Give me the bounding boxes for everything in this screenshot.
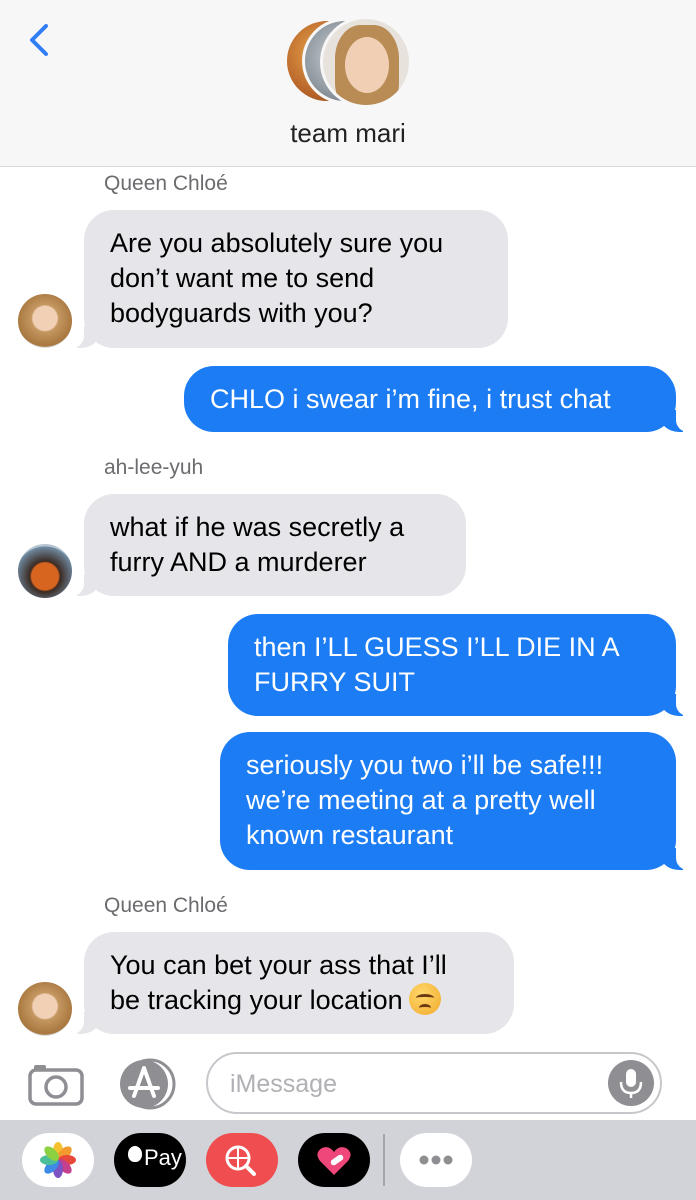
group-avatars[interactable]: [284, 16, 414, 108]
camera-icon: [28, 1065, 84, 1106]
web-search-app-button[interactable]: [206, 1133, 278, 1187]
photos-app-button[interactable]: [22, 1133, 94, 1187]
photos-icon: [40, 1142, 76, 1178]
message-input-placeholder: iMessage: [230, 1070, 337, 1098]
more-icon: [419, 1155, 453, 1165]
sender-name: ah-lee-yuh: [104, 456, 204, 479]
digital-touch-icon: [317, 1147, 351, 1175]
incoming-message-bubble[interactable]: You can bet your ass that I’ll be tracki…: [68, 932, 514, 1034]
incoming-message-bubble[interactable]: what if he was secretly a furry AND a mu…: [68, 494, 466, 596]
message-text: then I’LL GUESS I’LL DIE IN A FURRY SUIT: [254, 632, 620, 697]
apple-pay-label: Pay: [144, 1145, 182, 1170]
outgoing-message-bubble[interactable]: then I’LL GUESS I’LL DIE IN A FURRY SUIT: [228, 614, 692, 716]
incoming-message-bubble[interactable]: Are you absolutely sure you don’t want m…: [68, 210, 508, 348]
sender-name: Queen Chloé: [104, 172, 228, 195]
outgoing-message-bubble[interactable]: seriously you two i’ll be safe!!! we’re …: [220, 732, 692, 870]
back-button[interactable]: [22, 20, 62, 60]
more-apps-button[interactable]: [400, 1133, 472, 1187]
microphone-icon: [619, 1069, 643, 1098]
outgoing-message-bubble[interactable]: CHLO i swear i’m fine, i trust chat: [184, 366, 692, 432]
app-tray: Pay: [0, 1120, 696, 1200]
message-input[interactable]: iMessage: [206, 1052, 662, 1114]
conversation-title[interactable]: team mari: [0, 118, 696, 149]
camera-button[interactable]: [28, 1062, 84, 1106]
digital-touch-app-button[interactable]: [298, 1133, 370, 1187]
angry-face-icon: [408, 983, 441, 1015]
avatar: [320, 16, 412, 108]
apple-pay-button[interactable]: Pay: [114, 1133, 186, 1187]
avatar[interactable]: [18, 294, 72, 348]
conversation-header: team mari: [0, 0, 696, 167]
message-text: seriously you two i’ll be safe!!! we’re …: [246, 750, 604, 850]
chevron-left-icon: [30, 24, 48, 56]
avatar[interactable]: [18, 544, 72, 598]
app-store-button[interactable]: [118, 1058, 178, 1110]
web-search-icon: [225, 1145, 256, 1176]
message-text: CHLO i swear i’m fine, i trust chat: [210, 384, 611, 414]
message-text: Are you absolutely sure you don’t want m…: [110, 228, 444, 328]
apple-pay-icon: [128, 1146, 142, 1162]
message-text: what if he was secretly a furry AND a mu…: [110, 512, 405, 577]
sender-name: Queen Chloé: [104, 894, 228, 917]
message-text: You can bet your ass that I’ll be tracki…: [110, 950, 447, 1015]
composer-bar: iMessage: [0, 1040, 696, 1120]
microphone-button[interactable]: [608, 1060, 654, 1106]
app-store-icon: [120, 1058, 176, 1110]
avatar[interactable]: [18, 982, 72, 1036]
tray-divider: [383, 1134, 385, 1186]
